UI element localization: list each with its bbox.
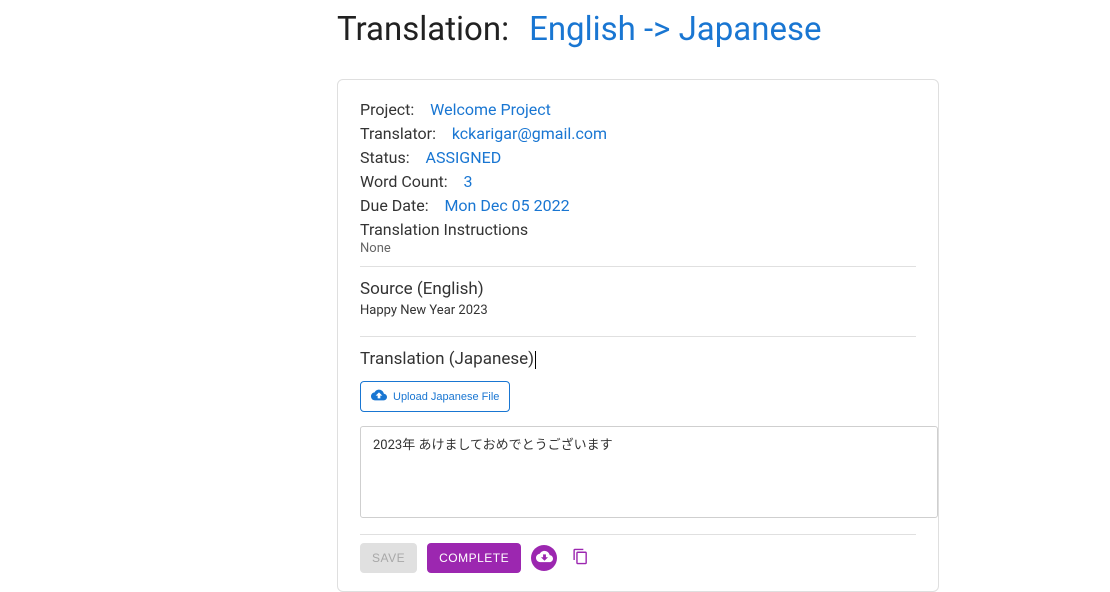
translator-link[interactable]: kckarigar@gmail.com bbox=[452, 124, 607, 143]
due-date-label: Due Date: bbox=[360, 196, 429, 215]
project-link[interactable]: Welcome Project bbox=[430, 100, 551, 119]
word-count-label: Word Count: bbox=[360, 172, 448, 191]
source-text: Happy New Year 2023 bbox=[360, 303, 916, 318]
word-count-row: Word Count: 3 bbox=[360, 170, 916, 194]
source-title: Source (English) bbox=[360, 279, 916, 299]
word-count-value: 3 bbox=[464, 172, 473, 191]
translator-row: Translator: kckarigar@gmail.com bbox=[360, 122, 916, 146]
cloud-upload-icon bbox=[371, 387, 387, 406]
translation-card: Project: Welcome Project Translator: kck… bbox=[337, 79, 939, 592]
divider bbox=[360, 336, 916, 337]
translation-title: Translation (Japanese) bbox=[360, 349, 916, 369]
save-button[interactable]: SAVE bbox=[360, 543, 417, 573]
due-date-value: Mon Dec 05 2022 bbox=[444, 196, 569, 215]
language-pair: English -> Japanese bbox=[529, 10, 821, 49]
instructions-label: Translation Instructions bbox=[360, 220, 916, 239]
status-label: Status: bbox=[360, 148, 410, 167]
translation-textarea[interactable] bbox=[360, 426, 938, 518]
project-label: Project: bbox=[360, 100, 414, 119]
status-value: ASSIGNED bbox=[426, 148, 502, 167]
complete-button[interactable]: COMPLETE bbox=[427, 543, 521, 573]
status-row: Status: ASSIGNED bbox=[360, 146, 916, 170]
project-row: Project: Welcome Project bbox=[360, 98, 916, 122]
page-header: Translation: English -> Japanese bbox=[337, 10, 1110, 49]
divider bbox=[360, 266, 916, 267]
copy-button[interactable] bbox=[567, 545, 593, 571]
page-title: Translation: bbox=[337, 10, 509, 49]
upload-file-button[interactable]: Upload Japanese File bbox=[360, 381, 510, 412]
instructions-value: None bbox=[360, 241, 916, 256]
download-button[interactable] bbox=[531, 545, 557, 571]
due-date-row: Due Date: Mon Dec 05 2022 bbox=[360, 194, 916, 218]
translator-label: Translator: bbox=[360, 124, 436, 143]
upload-file-label: Upload Japanese File bbox=[393, 391, 499, 403]
copy-icon bbox=[572, 548, 589, 569]
cloud-download-icon bbox=[536, 548, 553, 569]
text-cursor bbox=[535, 351, 536, 369]
actions-row: SAVE COMPLETE bbox=[360, 534, 916, 573]
